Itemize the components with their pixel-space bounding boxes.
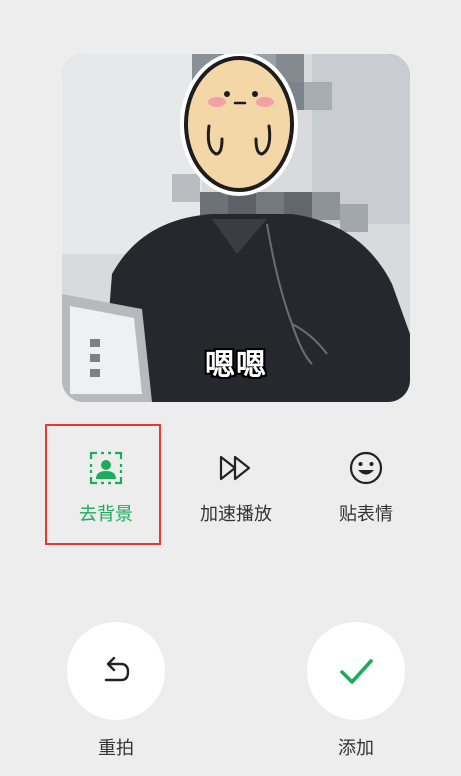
- undo-arrow-icon: [104, 656, 130, 682]
- retake-button[interactable]: [67, 622, 165, 720]
- speed-up-label: 加速播放: [200, 504, 272, 525]
- speed-up-tool[interactable]: 加速播放: [176, 430, 296, 540]
- video-preview: 嗯嗯: [62, 54, 410, 402]
- remove-background-tool[interactable]: 去背景: [46, 430, 166, 540]
- remove-background-label: 去背景: [79, 504, 133, 525]
- retake-label: 重拍: [98, 738, 134, 759]
- sticker-tool[interactable]: 贴表情: [306, 430, 426, 540]
- smiley-icon: [349, 451, 383, 485]
- checkmark-icon: [340, 659, 373, 684]
- sticker-label: 贴表情: [339, 504, 393, 525]
- egg-face-sticker: [180, 54, 298, 196]
- portrait-cutout-icon: [89, 451, 123, 485]
- edit-tools-row: 去背景 加速播放 贴表情: [0, 430, 461, 540]
- add-label: 添加: [338, 738, 374, 759]
- add-button[interactable]: [307, 622, 405, 720]
- fast-forward-icon: [219, 455, 251, 481]
- video-caption: 嗯嗯: [205, 348, 267, 383]
